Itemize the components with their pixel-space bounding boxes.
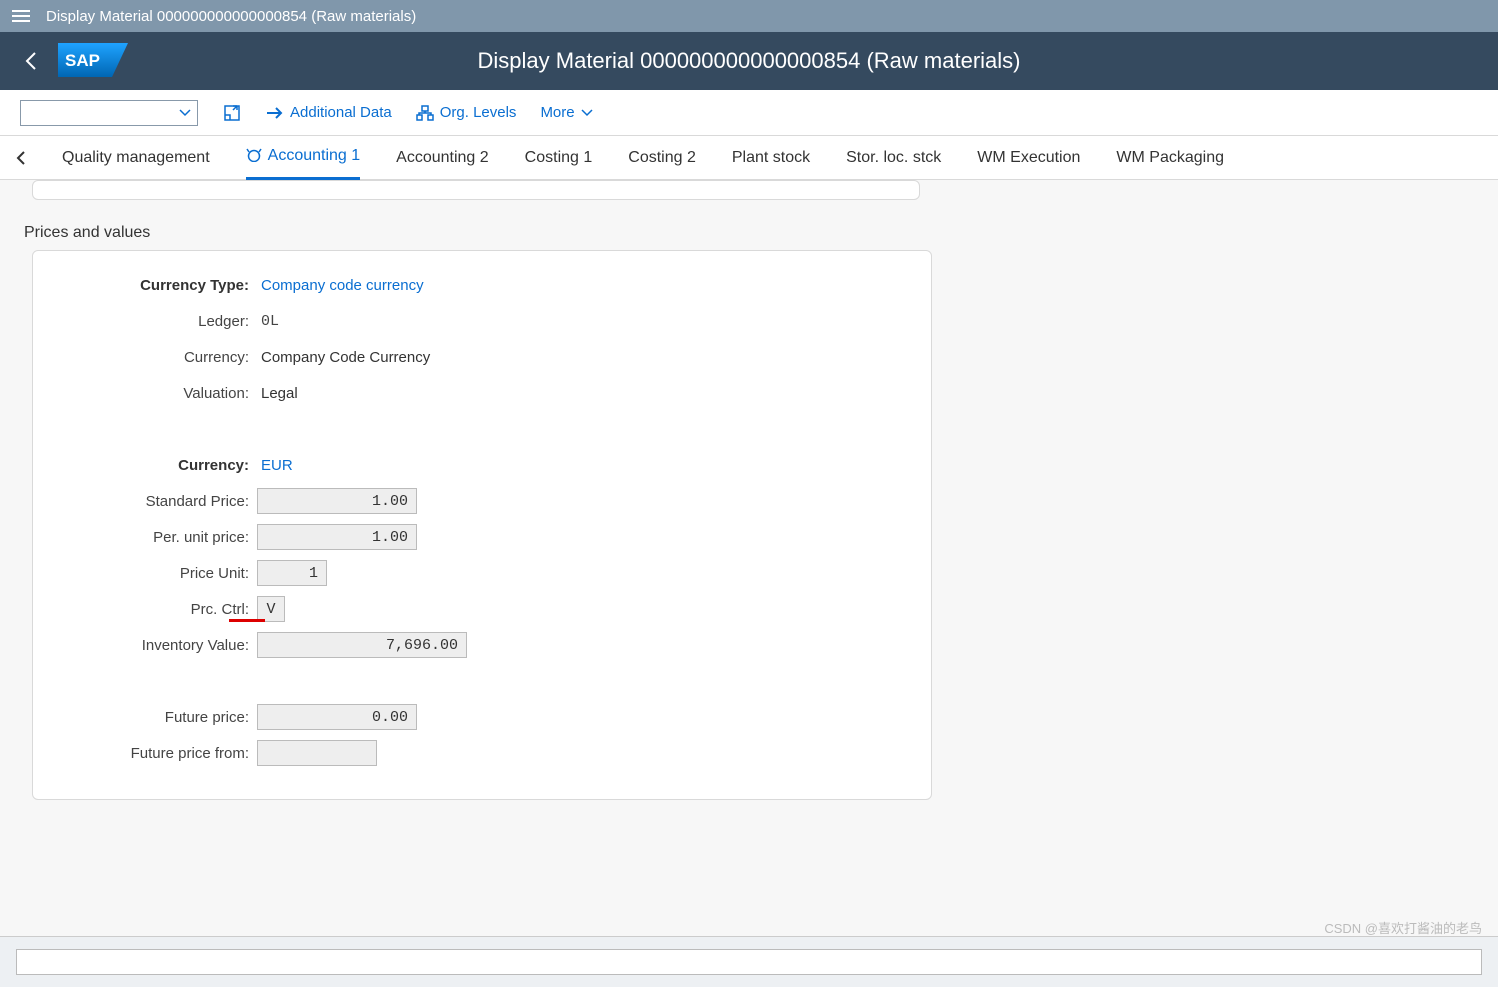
label-currency-desc: Currency:	[57, 349, 257, 366]
label-future-price: Future price:	[57, 709, 257, 726]
value-currency-type[interactable]: Company code currency	[257, 277, 424, 294]
tab-costing-1[interactable]: Costing 1	[525, 136, 593, 180]
label-prc-ctrl: Prc. Ctrl:	[57, 601, 257, 618]
tab-costing-2[interactable]: Costing 2	[628, 136, 696, 180]
tabs: Quality management Accounting 1 Accounti…	[0, 136, 1498, 180]
tab-stor-loc-stck[interactable]: Stor. loc. stck	[846, 136, 941, 180]
value-currency[interactable]: EUR	[257, 457, 293, 474]
watermark: CSDN @喜欢打酱油的老鸟	[1324, 918, 1482, 937]
input-inventory-value[interactable]: 7,696.00	[257, 632, 467, 658]
org-levels-label: Org. Levels	[440, 104, 517, 121]
views-dropdown[interactable]	[20, 100, 198, 126]
footer-bar	[0, 936, 1498, 987]
prev-section-panel-edge	[32, 180, 920, 200]
value-valuation: Legal	[257, 385, 298, 402]
value-ledger: 0L	[257, 313, 279, 330]
label-standard-price: Standard Price:	[57, 493, 257, 510]
label-currency-type: Currency Type:	[57, 277, 257, 294]
input-price-unit[interactable]: 1	[257, 560, 327, 586]
more-label: More	[540, 104, 574, 121]
prices-panel: Currency Type: Company code currency Led…	[32, 250, 932, 800]
tab-quality-management[interactable]: Quality management	[62, 136, 210, 180]
command-input[interactable]	[16, 949, 1482, 975]
input-future-price-from[interactable]	[257, 740, 377, 766]
input-per-unit-price[interactable]: 1.00	[257, 524, 417, 550]
menu-icon[interactable]	[12, 10, 30, 22]
tab-accounting-1[interactable]: Accounting 1	[246, 136, 361, 180]
label-currency: Currency:	[57, 457, 257, 474]
tab-active-icon	[246, 146, 262, 167]
top-title: Display Material 000000000000000854 (Raw…	[46, 8, 416, 25]
input-standard-price[interactable]: 1.00	[257, 488, 417, 514]
label-valuation: Valuation:	[57, 385, 257, 402]
svg-text:SAP: SAP	[65, 51, 100, 70]
input-future-price[interactable]: 0.00	[257, 704, 417, 730]
page-title: Display Material 000000000000000854 (Raw…	[478, 48, 1021, 74]
label-per-unit-price: Per. unit price:	[57, 529, 257, 546]
layout-icon-button[interactable]	[222, 103, 242, 123]
content-area: Prices and values Currency Type: Company…	[0, 180, 1498, 840]
top-bar: Display Material 000000000000000854 (Raw…	[0, 0, 1498, 32]
tabs-prev-arrow[interactable]	[16, 151, 26, 165]
annotation-redline	[229, 619, 265, 622]
label-inventory-value: Inventory Value:	[57, 637, 257, 654]
sap-logo: SAP	[58, 43, 128, 80]
tab-plant-stock[interactable]: Plant stock	[732, 136, 810, 180]
tab-wm-execution[interactable]: WM Execution	[977, 136, 1080, 180]
section-title-prices: Prices and values	[24, 224, 1478, 242]
additional-data-button[interactable]: Additional Data	[266, 104, 392, 121]
back-button[interactable]	[12, 42, 50, 80]
toolbar: Additional Data Org. Levels More	[0, 90, 1498, 136]
tab-accounting-2[interactable]: Accounting 2	[396, 136, 489, 180]
more-button[interactable]: More	[540, 104, 592, 121]
value-currency-desc: Company Code Currency	[257, 349, 430, 366]
org-levels-button[interactable]: Org. Levels	[416, 104, 517, 121]
header-bar: SAP Display Material 000000000000000854 …	[0, 32, 1498, 90]
label-ledger: Ledger:	[57, 313, 257, 330]
label-future-price-from: Future price from:	[57, 745, 257, 762]
additional-data-label: Additional Data	[290, 104, 392, 121]
tab-wm-packaging[interactable]: WM Packaging	[1116, 136, 1224, 180]
label-price-unit: Price Unit:	[57, 565, 257, 582]
